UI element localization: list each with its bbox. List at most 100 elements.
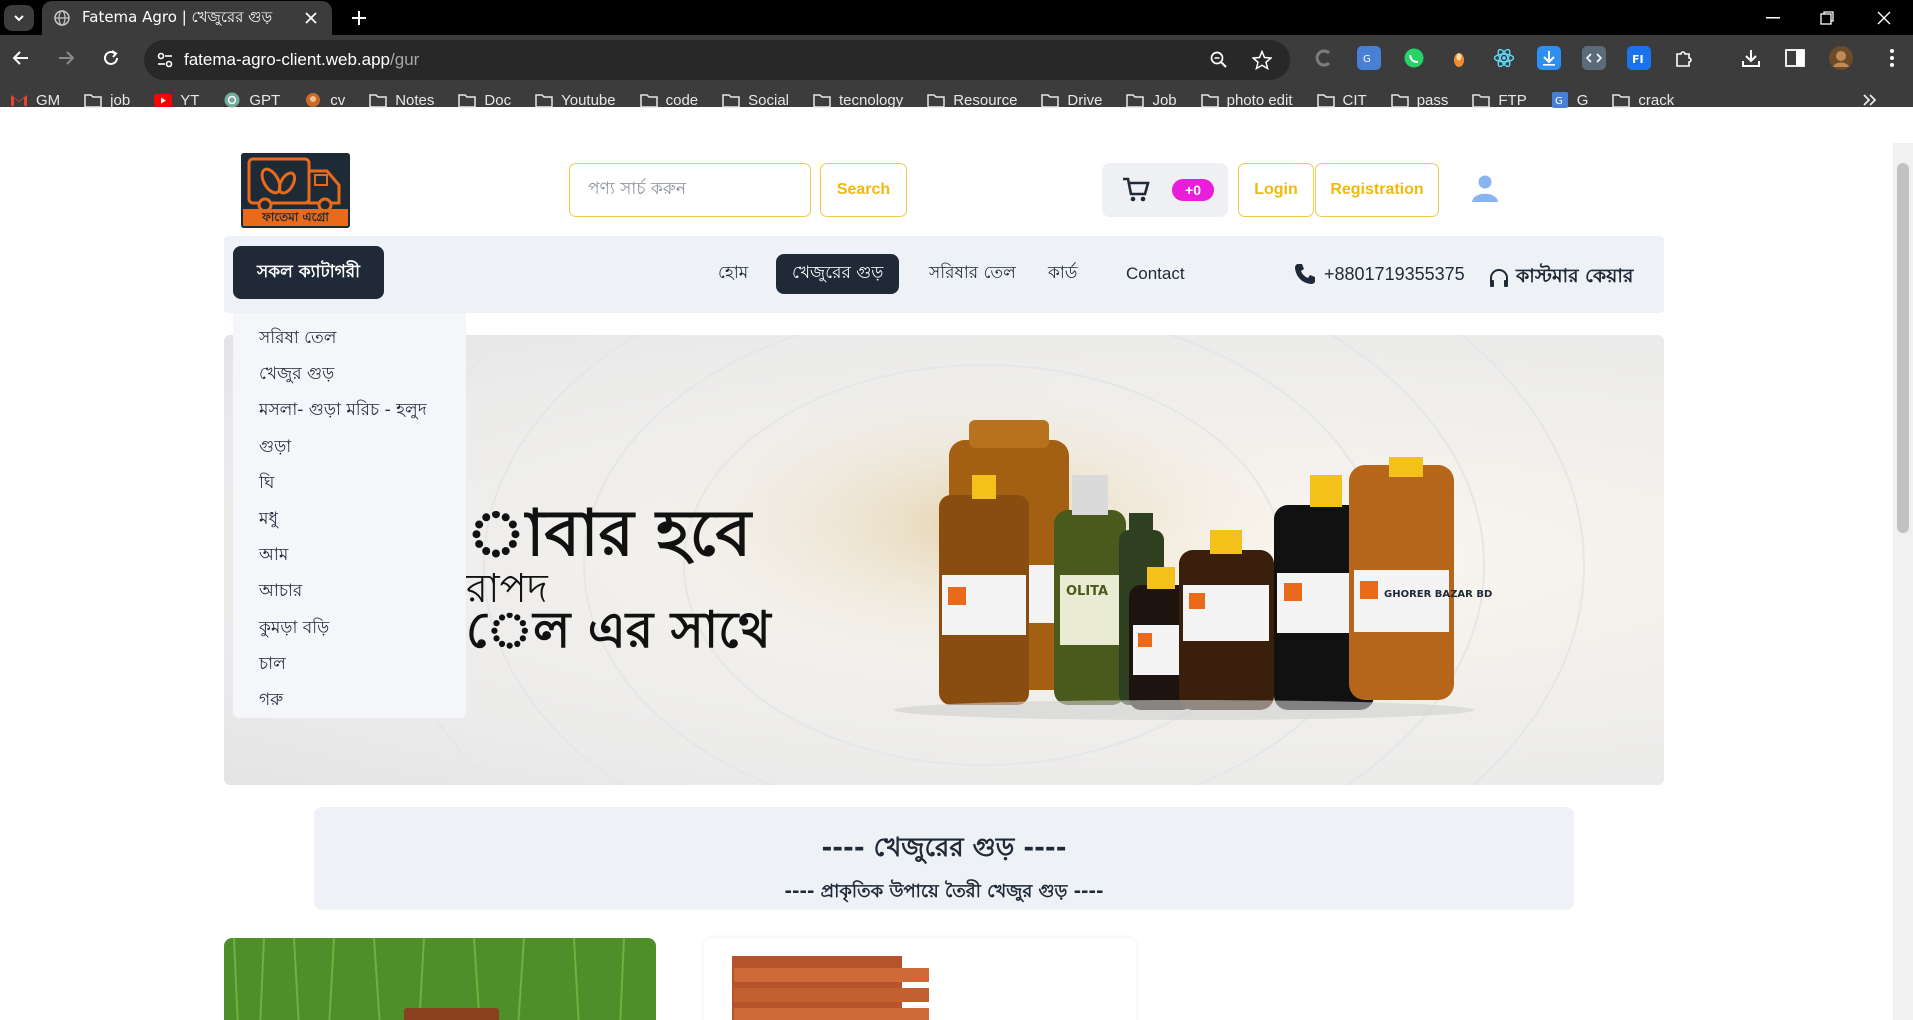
bookmark-resource[interactable]: Resource (927, 86, 1025, 114)
bottle-mustard-1 (939, 475, 1029, 705)
category-item[interactable]: ঘি (233, 466, 466, 502)
nav-card[interactable]: কার্ড (1032, 254, 1093, 294)
youtube-icon (154, 92, 173, 108)
google-translate-icon: G (1551, 92, 1569, 108)
bookmark-cit[interactable]: CIT (1316, 86, 1375, 114)
forward-icon[interactable] (50, 42, 82, 74)
active-tab[interactable]: Fatema Agro | খেজুরের গুড় (42, 1, 332, 35)
user-avatar-icon[interactable] (1470, 173, 1500, 203)
bookmark-star-icon[interactable] (1252, 50, 1272, 70)
category-item[interactable]: চাল (233, 647, 466, 683)
browser-toolbar: fatema-agro-client.web.app/gur G FI GM j… (0, 35, 1913, 109)
close-window-icon[interactable] (1855, 0, 1913, 35)
phone-link[interactable]: +8801719355375 (1294, 263, 1465, 285)
tab-search-button[interactable] (4, 5, 34, 31)
login-button[interactable]: Login (1238, 163, 1314, 217)
bookmark-tecnology[interactable]: tecnology (813, 86, 911, 114)
new-tab-icon[interactable] (345, 4, 373, 32)
site-info-icon[interactable] (156, 51, 174, 69)
headset-icon (1490, 269, 1508, 287)
category-dropdown: সরিষা তেল খেজুর গুড় মসলা- গুড়া মরিচ - … (233, 313, 466, 718)
fi-extension-icon[interactable]: FI (1627, 46, 1651, 70)
category-item[interactable]: গুড়া (233, 430, 466, 466)
hero-headline-3: েল এর সাথে (466, 601, 771, 659)
code-extension-icon[interactable] (1582, 46, 1606, 70)
url-host: fatema-agro-client.web.app (184, 50, 391, 69)
category-item[interactable]: আচার (233, 574, 466, 610)
search-button[interactable]: Search (820, 163, 907, 217)
nav-contact[interactable]: Contact (1110, 254, 1201, 294)
address-bar[interactable]: fatema-agro-client.web.app/gur (144, 40, 1290, 80)
bookmark-drive[interactable]: Drive (1041, 86, 1110, 114)
svg-text:G: G (1555, 96, 1563, 107)
bookmark-label: Resource (953, 91, 1018, 109)
react-devtools-icon[interactable] (1492, 46, 1516, 70)
extension-c-icon[interactable] (1312, 46, 1336, 70)
bookmark-label: GPT (249, 91, 281, 109)
google-translate-icon[interactable]: G (1357, 46, 1381, 70)
category-item[interactable]: মধু (233, 502, 466, 538)
product-card[interactable] (704, 938, 1136, 1020)
downloads-icon[interactable] (1739, 46, 1763, 70)
bookmark-gm[interactable]: GM (10, 86, 68, 114)
nav-home[interactable]: হোম (702, 254, 764, 294)
category-item[interactable]: গরু (233, 683, 466, 719)
bottle-gallon-right (1349, 457, 1454, 700)
bookmark-youtube[interactable]: Youtube (535, 86, 624, 114)
bookmark-social[interactable]: Social (722, 86, 797, 114)
bookmark-job[interactable]: job (84, 86, 138, 114)
restore-icon[interactable] (1798, 0, 1856, 35)
bookmark-job-2[interactable]: Job (1126, 86, 1184, 114)
close-tab-icon[interactable] (300, 7, 322, 29)
site-logo[interactable]: ফাতেমা এগ্রো (241, 153, 350, 228)
folder-icon (1200, 92, 1219, 108)
bookmarks-bar: GM job YT GPT cv Notes Doc Youtube code … (0, 85, 1913, 115)
bookmark-label: Drive (1067, 91, 1103, 109)
bookmark-doc[interactable]: Doc (458, 86, 519, 114)
reload-icon[interactable] (95, 42, 127, 74)
extension-drop-icon[interactable] (1447, 46, 1471, 70)
nav-mustard-oil[interactable]: সরিষার তেল (913, 254, 1032, 294)
bookmark-crack[interactable]: crack (1612, 86, 1682, 114)
bookmark-photo-edit[interactable]: photo edit (1200, 86, 1301, 114)
category-item[interactable]: মসলা- গুড়া মরিচ - হলুদ (233, 393, 466, 429)
bookmark-notes[interactable]: Notes (369, 86, 442, 114)
search-input[interactable]: পণ্য সার্চ করুন (569, 163, 811, 217)
folder-icon (639, 92, 658, 108)
bookmark-gpt[interactable]: GPT (223, 86, 288, 114)
more-bookmarks-icon[interactable] (1862, 92, 1878, 111)
category-item[interactable]: সরিষা তেল (233, 321, 466, 357)
bookmark-code[interactable]: code (639, 86, 707, 114)
page-scrollbar[interactable] (1893, 143, 1913, 1020)
registration-button[interactable]: Registration (1315, 163, 1439, 217)
customer-care-link[interactable]: কাস্টমার কেয়ার (1488, 262, 1633, 294)
zoom-icon[interactable] (1209, 50, 1229, 70)
side-panel-icon[interactable] (1783, 46, 1807, 70)
web-page: ফাতেমা এগ্রো পণ্য সার্চ করুন Search +0 L… (0, 143, 1893, 1020)
chrome-menu-icon[interactable] (1880, 46, 1904, 70)
bookmark-cv[interactable]: cv (304, 86, 353, 114)
all-categories-button[interactable]: সকল ক্যাটাগরী (233, 246, 384, 299)
customer-care-label: কাস্টমার কেয়ার (1516, 265, 1634, 287)
bookmark-yt[interactable]: YT (154, 86, 207, 114)
bookmark-label: code (665, 91, 699, 109)
bookmark-pass[interactable]: pass (1390, 86, 1457, 114)
whatsapp-icon[interactable] (1402, 46, 1426, 70)
back-icon[interactable] (5, 42, 37, 74)
cv-site-icon (304, 92, 322, 108)
product-card[interactable] (224, 938, 656, 1020)
profile-avatar-icon[interactable] (1829, 46, 1853, 70)
category-item[interactable]: কুমড়া বড়ি (233, 611, 466, 647)
scrollbar-thumb[interactable] (1897, 163, 1909, 533)
bookmark-g[interactable]: GG (1551, 86, 1597, 114)
category-item[interactable]: খেজুর গুড় (233, 357, 466, 393)
nav-date-molasses[interactable]: খেজুরের গুড় (776, 254, 900, 294)
extensions-puzzle-icon[interactable] (1672, 46, 1696, 70)
section-header: ---- খেজুরের গুড় ---- ---- প্রাকৃতিক উপ… (314, 807, 1574, 910)
minimize-icon[interactable] (1744, 0, 1802, 35)
bookmark-ftp[interactable]: FTP (1472, 86, 1534, 114)
category-item[interactable]: আম (233, 538, 466, 574)
download-manager-icon[interactable] (1537, 46, 1561, 70)
section-subtitle: ---- প্রাকৃতিক উপায়ে তৈরী খেজুর গুড় --… (784, 881, 1104, 902)
cart-button[interactable]: +0 (1102, 163, 1228, 217)
